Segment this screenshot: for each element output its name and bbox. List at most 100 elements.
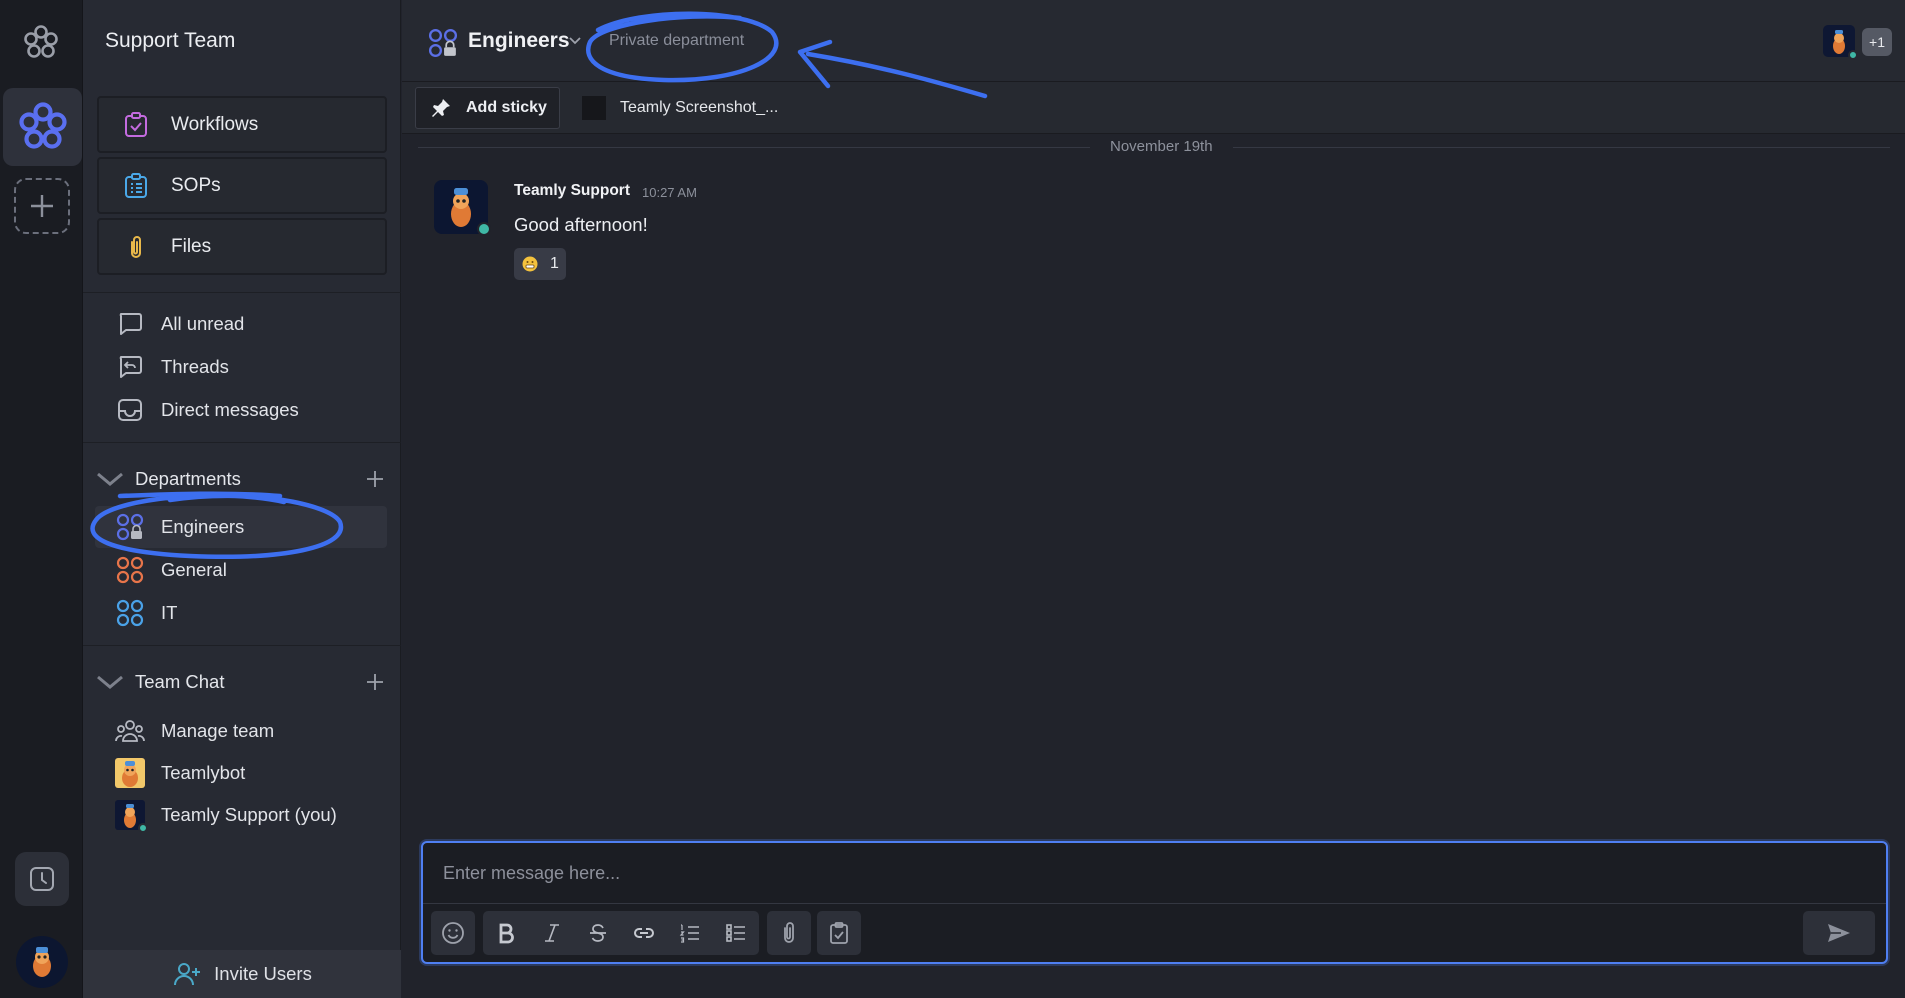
workflows-label: Workflows — [171, 113, 259, 135]
chevron-down-icon — [97, 472, 123, 486]
department-icon — [115, 555, 145, 585]
bold-icon — [499, 923, 514, 944]
department-engineers[interactable]: Engineers — [115, 509, 244, 545]
pin-icon — [430, 97, 452, 119]
bullet-list-button[interactable] — [713, 911, 759, 955]
sidebar: Support Team Workflows SOPs Files All un… — [83, 0, 401, 998]
message-text: Good afternoon! — [514, 214, 648, 235]
team-chat-teamly-support[interactable]: Teamly Support (you) — [115, 797, 337, 833]
team-chat-section[interactable]: Team Chat — [95, 666, 393, 698]
message-composer — [421, 841, 1888, 964]
link-button[interactable] — [621, 911, 667, 955]
italic-button[interactable] — [529, 911, 575, 955]
paperclip-icon — [784, 922, 794, 943]
chevron-down-icon[interactable] — [568, 36, 582, 46]
attach-file-button[interactable] — [767, 911, 811, 955]
nav-direct-messages[interactable]: Direct messages — [115, 392, 299, 428]
people-icon — [115, 716, 145, 746]
online-status-dot — [138, 823, 148, 833]
workflows-card[interactable]: Workflows — [97, 96, 387, 153]
channel-header: Engineers Private department +1 — [402, 0, 1905, 82]
sops-card[interactable]: SOPs — [97, 157, 387, 214]
plus-icon — [31, 195, 53, 217]
add-sticky-button[interactable]: Add sticky — [415, 87, 560, 129]
user-avatar[interactable] — [16, 936, 68, 988]
history-button[interactable] — [15, 852, 69, 906]
files-label: Files — [171, 235, 212, 257]
department-it-label: IT — [161, 602, 178, 623]
sticky-file[interactable]: Teamly Screenshot_... — [582, 94, 778, 122]
emoji-reaction[interactable]: 1 — [514, 248, 566, 280]
departments-section[interactable]: Departments — [95, 463, 393, 495]
workspace-rail — [0, 0, 83, 998]
teamly-support-label: Teamly Support (you) — [161, 804, 337, 825]
message-input[interactable] — [423, 843, 1886, 903]
team-logo-icon — [18, 102, 67, 149]
add-chat-icon[interactable] — [365, 672, 385, 692]
bullet-list-icon — [726, 924, 745, 942]
team-chat-teamlybot[interactable]: Teamlybot — [115, 755, 245, 791]
sops-label: SOPs — [171, 174, 221, 196]
support-avatar — [115, 800, 148, 833]
date-divider-label: November 19th — [1090, 138, 1233, 155]
numbered-list-button[interactable] — [667, 911, 713, 955]
divider — [83, 645, 401, 646]
department-private-icon — [428, 28, 458, 58]
reaction-count: 1 — [550, 255, 559, 272]
mascot-icon — [33, 947, 51, 977]
add-department-icon[interactable] — [365, 469, 385, 489]
team-chat-title: Team Chat — [135, 671, 225, 692]
numbered-list-icon — [679, 924, 699, 943]
composer-divider — [423, 903, 1886, 904]
department-engineers-label: Engineers — [161, 516, 245, 537]
channel-name[interactable]: Engineers — [468, 29, 570, 53]
nav-threads[interactable]: Threads — [115, 349, 229, 385]
teamlybot-avatar — [115, 758, 145, 788]
teamly-logo-icon[interactable] — [20, 22, 62, 64]
extra-members-badge[interactable]: +1 — [1862, 28, 1892, 56]
team-chat-manage-team[interactable]: Manage team — [115, 713, 274, 749]
channel-description: Private department — [609, 32, 745, 49]
sticky-file-name: Teamly Screenshot_... — [620, 99, 779, 116]
nav-direct-messages-label: Direct messages — [161, 399, 299, 420]
online-status-dot — [477, 222, 491, 236]
attach-workflow-button[interactable] — [817, 911, 861, 955]
department-general[interactable]: General — [115, 552, 227, 588]
files-card[interactable]: Files — [97, 218, 387, 275]
nav-all-unread[interactable]: All unread — [115, 306, 244, 342]
link-icon — [634, 928, 654, 938]
manage-team-label: Manage team — [161, 720, 275, 741]
team-name: Support Team — [105, 29, 236, 52]
departments-title: Departments — [135, 468, 241, 489]
strikethrough-icon — [590, 924, 606, 942]
online-status-dot — [1848, 50, 1858, 60]
add-sticky-label: Add sticky — [466, 99, 547, 116]
department-it[interactable]: IT — [115, 595, 177, 631]
department-general-label: General — [161, 559, 227, 580]
threads-icon — [115, 352, 145, 382]
add-team-button[interactable] — [14, 178, 70, 234]
department-icon — [115, 598, 145, 628]
invite-users-label: Invite Users — [214, 963, 312, 984]
clock-icon — [30, 867, 54, 891]
team-switcher-support-team[interactable] — [3, 88, 82, 166]
teamlybot-label: Teamlybot — [161, 762, 246, 783]
message-author[interactable]: Teamly Support — [514, 182, 630, 200]
clipboard-check-icon — [830, 922, 848, 944]
emoji-icon — [442, 922, 464, 944]
sticky-bar: Add sticky Teamly Screenshot_... — [402, 82, 1905, 134]
chevron-down-icon — [97, 675, 123, 689]
department-private-icon — [115, 512, 145, 542]
main-panel: Engineers Private department +1 Add stic… — [402, 0, 1905, 998]
chat-bubble-icon — [115, 309, 145, 339]
divider — [83, 442, 401, 443]
emoji-button[interactable] — [431, 911, 475, 955]
send-icon — [1828, 924, 1850, 942]
sops-icon — [121, 171, 151, 201]
bold-button[interactable] — [483, 911, 529, 955]
strikethrough-button[interactable] — [575, 911, 621, 955]
divider — [83, 292, 401, 293]
send-button[interactable] — [1803, 911, 1875, 955]
workflows-icon — [121, 110, 151, 140]
invite-users-button[interactable]: Invite Users — [83, 950, 401, 998]
